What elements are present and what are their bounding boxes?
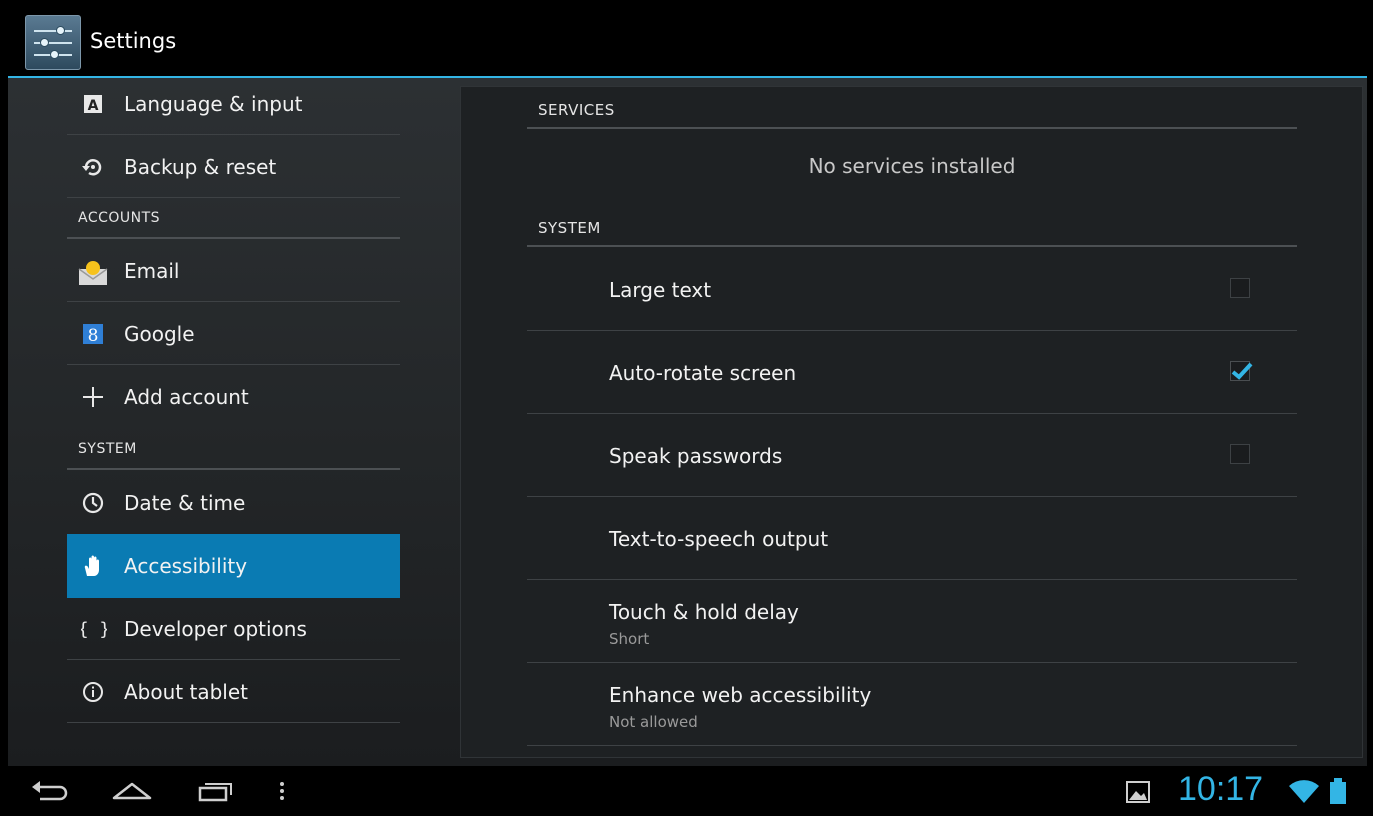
sidebar-header-system: SYSTEM (67, 430, 400, 470)
divider (527, 745, 1297, 746)
header-divider (527, 127, 1297, 129)
sidebar-item-label: Add account (124, 385, 249, 409)
divider (67, 301, 400, 302)
main-area: A Language & input Backup & reset ACCOUN… (8, 78, 1367, 766)
pref-title: Enhance web accessibility (609, 683, 872, 707)
email-icon (78, 259, 108, 285)
status-clock[interactable]: 10:17 (1178, 770, 1263, 809)
sidebar-item-date-time[interactable]: Date & time (67, 472, 400, 534)
pref-title: Text-to-speech output (609, 527, 829, 551)
google-icon: 8 (81, 322, 105, 346)
pref-title: Auto-rotate screen (609, 361, 797, 385)
large-text-checkbox[interactable] (1230, 278, 1250, 298)
sidebar-item-label: Email (124, 259, 180, 283)
sidebar-item-label: Accessibility (124, 554, 248, 578)
divider (67, 659, 400, 660)
sidebar-item-label: About tablet (124, 680, 248, 704)
back-button[interactable] (30, 776, 70, 806)
divider (67, 197, 400, 198)
home-button[interactable] (110, 776, 154, 806)
svg-text:{ }: { } (81, 619, 107, 640)
sidebar-item-about-tablet[interactable]: About tablet (67, 661, 400, 723)
system-nav-bar: 10:17 (0, 766, 1373, 816)
section-header-label: ACCOUNTS (78, 210, 161, 226)
section-header-system: SYSTEM (527, 207, 1297, 247)
info-icon (81, 680, 105, 704)
recent-apps-icon (198, 783, 232, 802)
header-divider (67, 468, 400, 470)
pref-title: Speak passwords (609, 444, 783, 468)
divider (67, 722, 400, 723)
header-divider (67, 237, 400, 239)
checkmark-icon (1231, 362, 1253, 380)
battery-icon (1328, 778, 1348, 808)
section-header-services: SERVICES (527, 89, 1297, 129)
pref-title: Touch & hold delay (609, 600, 799, 624)
sidebar-item-label: Language & input (124, 92, 303, 116)
no-services-text: No services installed (808, 154, 1016, 178)
pref-speak-passwords[interactable]: Speak passwords (527, 414, 1297, 497)
section-header-label: SERVICES (538, 101, 615, 119)
add-icon (81, 385, 105, 409)
sidebar-item-backup-reset[interactable]: Backup & reset (67, 136, 400, 198)
sidebar-header-accounts: ACCOUNTS (67, 199, 400, 239)
sidebar-item-add-account[interactable]: Add account (67, 366, 400, 428)
sidebar-item-language-input[interactable]: A Language & input (67, 73, 400, 135)
sidebar-item-email[interactable]: Email (67, 240, 400, 302)
svg-text:8: 8 (88, 326, 99, 346)
sidebar-item-label: Google (124, 322, 195, 346)
section-header-label: SYSTEM (538, 219, 601, 237)
developer-braces-icon: { } (78, 617, 111, 641)
screenshot-notification-icon[interactable] (1124, 778, 1154, 808)
sidebar-item-label: Developer options (124, 617, 307, 641)
divider (67, 134, 400, 135)
speak-passwords-checkbox[interactable] (1230, 444, 1250, 464)
sidebar-item-label: Backup & reset (124, 155, 277, 179)
pref-summary: Short (609, 630, 650, 648)
section-header-label: SYSTEM (78, 441, 137, 457)
sidebar-item-label: Date & time (124, 491, 246, 515)
pref-summary: Not allowed (609, 713, 698, 731)
pref-touch-hold-delay[interactable]: Touch & hold delay Short (527, 580, 1297, 663)
settings-app-icon[interactable] (25, 15, 81, 70)
sidebar-item-google[interactable]: 8 Google (67, 303, 400, 365)
backup-icon (81, 155, 105, 179)
accessibility-hand-icon (81, 554, 105, 578)
wifi-icon (1288, 778, 1320, 808)
header-divider (527, 245, 1297, 247)
sidebar-item-accessibility[interactable]: Accessibility (67, 534, 400, 598)
pref-auto-rotate[interactable]: Auto-rotate screen (527, 331, 1297, 414)
clock-icon (81, 491, 105, 515)
language-icon: A (81, 92, 105, 116)
svg-text:A: A (88, 98, 99, 114)
menu-button[interactable] (274, 776, 290, 806)
back-icon (32, 781, 68, 801)
accessibility-pane: SERVICES No services installed SYSTEM La… (460, 86, 1363, 758)
auto-rotate-checkbox[interactable] (1230, 361, 1253, 381)
recent-apps-button[interactable] (195, 776, 235, 806)
pref-large-text[interactable]: Large text (527, 248, 1297, 331)
action-bar: Settings (8, 8, 1367, 78)
app-title: Settings (90, 29, 177, 53)
overflow-menu-icon (280, 782, 284, 800)
pref-tts-output[interactable]: Text-to-speech output (527, 497, 1297, 580)
settings-sidebar: A Language & input Backup & reset ACCOUN… (67, 78, 400, 766)
sidebar-item-developer-options[interactable]: { } Developer options (67, 598, 400, 660)
home-icon (112, 782, 152, 800)
pref-title: Large text (609, 278, 712, 302)
pref-enhance-web-accessibility[interactable]: Enhance web accessibility Not allowed (527, 663, 1297, 746)
divider (67, 364, 400, 365)
